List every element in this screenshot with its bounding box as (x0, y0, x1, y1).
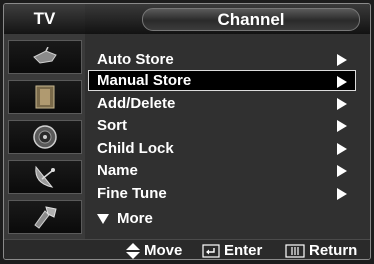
title-bar: Channel (85, 4, 370, 34)
speaker-icon (33, 125, 57, 149)
submenu-arrow-icon (337, 143, 347, 155)
setup-tools-icon (34, 206, 57, 229)
menu-item-label: Fine Tune (97, 185, 167, 202)
channel-menu-window: TV Channel Auto Store Manual Store Add/D… (3, 3, 371, 260)
hint-return: Return (285, 241, 358, 259)
menu-item-label: Add/Delete (97, 95, 176, 112)
enter-icon (202, 243, 220, 258)
submenu-arrow-icon (337, 98, 347, 110)
menu-item-name[interactable]: Name (89, 160, 355, 181)
footer-spacer (4, 239, 85, 259)
button-hint-bar: Move Enter Return (85, 239, 370, 259)
sidebar-item-sound[interactable] (8, 120, 82, 154)
menu-item-manual-store[interactable]: Manual Store (88, 70, 356, 91)
sidebar-item-channel[interactable] (8, 40, 82, 74)
menu-item-child-lock[interactable]: Child Lock (89, 138, 355, 159)
hint-move: Move (126, 241, 183, 259)
submenu-arrow-icon (337, 188, 347, 200)
satellite-dish-icon (35, 165, 55, 188)
menu-title: Channel (142, 8, 360, 31)
sidebar-item-setup[interactable] (8, 200, 82, 234)
submenu-arrow-icon (337, 54, 347, 66)
more-label: More (117, 210, 153, 227)
return-label: Return (309, 242, 358, 259)
submenu-arrow-icon (337, 165, 347, 177)
menu-item-fine-tune[interactable]: Fine Tune (89, 183, 355, 204)
move-label: Move (144, 242, 183, 259)
antenna-icon (33, 47, 57, 64)
input-source-icon (35, 85, 55, 109)
more-button[interactable]: More (89, 208, 153, 229)
enter-label: Enter (224, 242, 263, 259)
menu-item-label: Auto Store (97, 51, 174, 68)
submenu-arrow-icon (337, 120, 347, 132)
menu-item-label: Sort (97, 117, 127, 134)
hint-enter: Enter (202, 241, 263, 259)
menu-item-label: Name (97, 162, 138, 179)
sidebar-item-input[interactable] (8, 80, 82, 114)
menu-item-label: Child Lock (97, 140, 174, 157)
menu-item-label: Manual Store (97, 72, 192, 89)
submenu-arrow-icon (337, 76, 347, 88)
sidebar-item-satellite[interactable] (8, 160, 82, 194)
chevron-down-icon (97, 213, 109, 224)
menu-item-add-delete[interactable]: Add/Delete (89, 93, 355, 114)
menu-item-auto-store[interactable]: Auto Store (89, 49, 355, 70)
menu-item-sort[interactable]: Sort (89, 115, 355, 136)
move-updown-icon (126, 242, 140, 259)
channel-menu-list: Auto Store Manual Store Add/Delete Sort … (85, 34, 370, 239)
osd-screen: TV Channel Auto Store Manual Store Add/D… (0, 0, 374, 264)
return-menu-icon (285, 243, 305, 258)
sidebar (4, 34, 85, 239)
source-label: TV (4, 4, 85, 34)
